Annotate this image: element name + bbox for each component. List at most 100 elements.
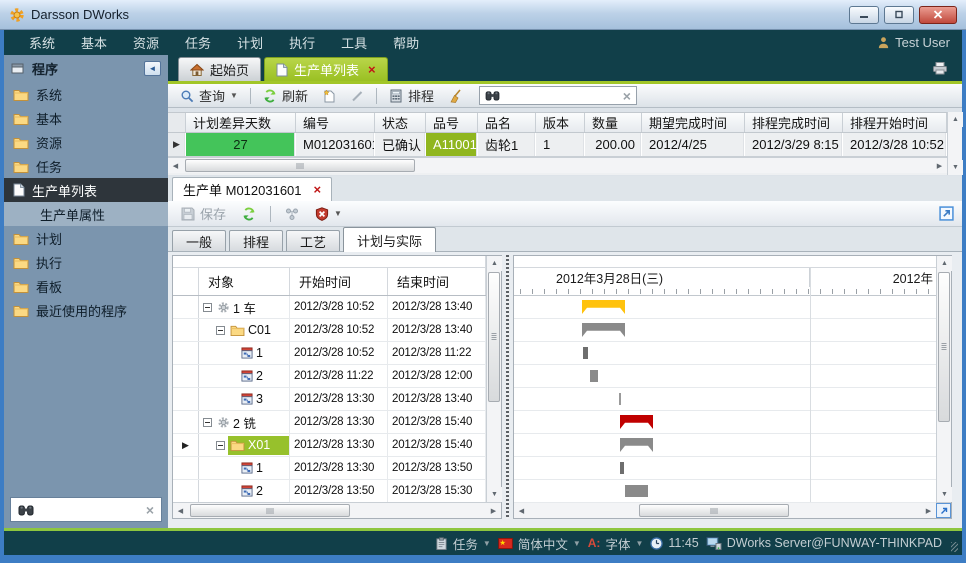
subtab-0[interactable]: 一般 [172,230,226,251]
gantt-vscrollbar[interactable]: ▲ ▼ [936,256,951,502]
scroll-right-icon[interactable]: ▶ [486,503,501,518]
detail-tab[interactable]: 生产单 M012031601 × [172,177,332,201]
tab-order-list[interactable]: 生产单列表 × [264,57,388,81]
resize-grip[interactable] [951,542,958,552]
plan-column-header-0[interactable]: 对象 [199,268,290,295]
column-header-6[interactable]: 数量 [585,113,642,132]
scroll-left-icon[interactable]: ◀ [168,158,183,173]
orders-grid-row[interactable]: ▶ 27 M012031601 已确认 A11001 齿轮1 1 200.00 … [168,133,947,157]
column-header-9[interactable]: 排程开始时间 [843,113,947,132]
close-button[interactable] [919,6,957,24]
sidebar-collapse-button[interactable]: ◄ [144,61,161,76]
gantt-bar-summary[interactable] [620,438,653,452]
status-language-selector[interactable]: 简体中文▼ [498,534,581,553]
scroll-up-icon[interactable]: ▲ [937,256,952,271]
plan-table-row[interactable]: 22012/3/28 11:222012/3/28 12:00 [173,365,486,388]
column-header-0[interactable]: 计划差异天数 [186,113,296,132]
gantt-bar-task[interactable] [625,485,648,497]
plan-column-header-1[interactable]: 开始时间 [290,268,388,295]
gantt-row[interactable] [514,319,936,342]
sidebar-item-8[interactable]: 看板 [4,274,168,298]
scroll-up-icon[interactable]: ▲ [948,112,963,127]
tab-close-icon[interactable]: × [368,63,376,76]
status-task-selector[interactable]: 任务▼ [435,534,491,553]
edit-button[interactable] [345,88,369,104]
scroll-left-icon[interactable]: ◀ [173,503,188,518]
subtab-1[interactable]: 排程 [229,230,283,251]
plan-table-row[interactable]: C012012/3/28 10:522012/3/28 13:40 [173,319,486,342]
new-button[interactable] [317,88,341,104]
plan-table-row[interactable]: ▶X012012/3/28 13:302012/3/28 15:40 [173,434,486,457]
column-header-7[interactable]: 期望完成时间 [642,113,745,132]
tab-start-page[interactable]: 起始页 [178,57,261,81]
chevron-down-icon[interactable]: ▼ [230,91,238,100]
gantt-bar-task[interactable] [590,370,598,382]
cancel-confirm-button[interactable]: ▼ [310,206,347,222]
hierarchy-button[interactable] [280,206,304,222]
gantt-bar-summary[interactable] [582,323,625,337]
sidebar-item-6[interactable]: 计划 [4,226,168,250]
gantt-row[interactable] [514,434,936,457]
tree-expander-icon[interactable] [216,441,225,450]
gantt-bar-task[interactable] [619,393,621,405]
restore-button[interactable] [884,6,914,24]
detail-refresh-button[interactable] [237,206,261,222]
column-header-1[interactable]: 编号 [296,113,375,132]
menu-item-7[interactable]: 帮助 [380,33,432,52]
gantt-hscrollbar[interactable]: ◀ ▶ [514,502,951,518]
gantt-row[interactable] [514,388,936,411]
grid-search-clear-icon[interactable]: × [623,89,631,103]
column-header-3[interactable]: 品号 [426,113,478,132]
plan-table-row[interactable]: 12012/3/28 10:522012/3/28 11:22 [173,342,486,365]
detail-tab-close-icon[interactable]: × [314,183,322,196]
orders-hscrollbar[interactable]: ◀ ▶ [168,157,947,173]
gantt-row[interactable] [514,296,936,319]
orders-vscrollbar[interactable]: ▲ ▼ [947,112,962,175]
save-button[interactable]: 保存 [176,203,231,224]
tree-expander-icon[interactable] [203,418,212,427]
gantt-row[interactable] [514,411,936,434]
sidebar-item-9[interactable]: 最近使用的程序 [4,298,168,322]
splitter[interactable] [506,255,509,519]
gantt-row[interactable] [514,457,936,480]
subtab-2[interactable]: 工艺 [286,230,340,251]
user-indicator[interactable]: Test User [877,35,950,50]
plan-vscrollbar[interactable]: ▲ ▼ [486,256,501,502]
sidebar-item-7[interactable]: 执行 [4,250,168,274]
scroll-right-icon[interactable]: ▶ [921,503,936,518]
clean-button[interactable] [443,88,467,104]
gantt-bar-summary[interactable] [582,300,625,314]
column-header-5[interactable]: 版本 [536,113,585,132]
popout-icon[interactable] [939,206,954,221]
sidebar-item-4[interactable]: 生产单列表 [4,178,168,202]
minimize-button[interactable] [849,6,879,24]
plan-table-row[interactable]: 22012/3/28 13:502012/3/28 15:30 [173,480,486,503]
plan-hscrollbar[interactable]: ◀ ▶ [173,502,501,518]
column-header-8[interactable]: 排程完成时间 [745,113,843,132]
subtab-3[interactable]: 计划与实际 [343,227,436,252]
schedule-button[interactable]: 排程 [384,85,439,106]
menu-item-1[interactable]: 基本 [68,33,120,52]
sidebar-item-1[interactable]: 基本 [4,106,168,130]
menu-item-3[interactable]: 任务 [172,33,224,52]
scroll-down-icon[interactable]: ▼ [948,160,963,175]
plan-table-row[interactable]: 12012/3/28 13:302012/3/28 13:50 [173,457,486,480]
column-header-2[interactable]: 状态 [375,113,426,132]
query-button[interactable]: 查询▼ [175,85,243,106]
menu-item-0[interactable]: 系统 [16,33,68,52]
gantt-bar-task[interactable] [583,347,588,359]
sidebar-item-5[interactable]: 生产单属性 [4,202,168,226]
tree-expander-icon[interactable] [216,326,225,335]
gantt-bar-task[interactable] [620,462,624,474]
scroll-up-icon[interactable]: ▲ [487,256,502,271]
gantt-bar-summary[interactable] [620,415,653,429]
printer-icon[interactable] [932,61,948,75]
refresh-button[interactable]: 刷新 [258,85,313,106]
sidebar-item-0[interactable]: 系统 [4,82,168,106]
menu-item-5[interactable]: 执行 [276,33,328,52]
menu-item-2[interactable]: 资源 [120,33,172,52]
tree-expander-icon[interactable] [203,303,212,312]
plan-table-row[interactable]: 32012/3/28 13:302012/3/28 13:40 [173,388,486,411]
scroll-left-icon[interactable]: ◀ [514,503,529,518]
sidebar-search-input[interactable] [40,503,140,517]
